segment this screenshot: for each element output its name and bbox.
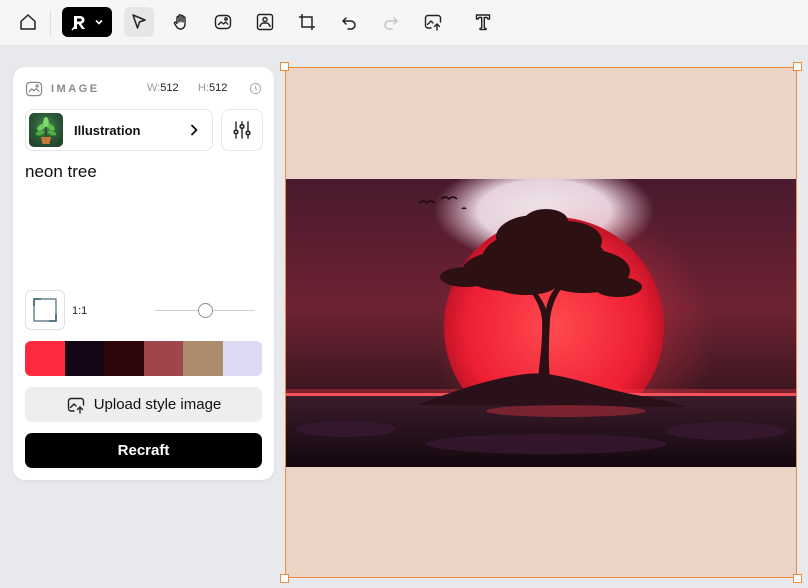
image-icon	[214, 14, 232, 30]
canvas-frame[interactable]	[280, 62, 802, 583]
top-toolbar	[0, 0, 808, 46]
width-readout[interactable]: W:512	[147, 82, 179, 94]
redo-button[interactable]	[376, 7, 406, 37]
plant-icon	[35, 117, 57, 144]
resize-handle-top-right[interactable]	[793, 62, 802, 71]
chevron-right-icon	[191, 124, 198, 136]
crop-tool-button[interactable]	[292, 7, 322, 37]
recraft-logo-icon	[71, 16, 85, 31]
height-readout[interactable]: H:512	[198, 82, 227, 94]
style-selector[interactable]: Illustration	[25, 109, 213, 151]
color-swatch[interactable]	[25, 341, 65, 376]
undo-button[interactable]	[334, 7, 364, 37]
aspect-ratio-button[interactable]	[25, 290, 65, 330]
image-icon	[25, 81, 43, 97]
color-swatch[interactable]	[143, 341, 183, 376]
panel-title: IMAGE	[51, 83, 100, 95]
color-swatch[interactable]	[183, 341, 223, 376]
style-name: Illustration	[74, 122, 141, 138]
panel-header: IMAGE W:512 H:512	[25, 81, 262, 97]
size-slider[interactable]	[155, 303, 255, 318]
style-settings-button[interactable]	[221, 109, 263, 151]
frame-tool-button[interactable]	[250, 7, 280, 37]
pointer-icon	[132, 14, 146, 29]
image-properties-panel: IMAGE W:512 H:512 Illustration neon tree…	[13, 67, 274, 480]
home-icon	[20, 14, 36, 30]
resize-handle-bottom-left[interactable]	[280, 574, 289, 583]
home-button[interactable]	[13, 7, 43, 37]
color-swatch[interactable]	[64, 341, 104, 376]
chevron-down-icon	[95, 19, 103, 25]
resize-handle-top-left[interactable]	[280, 62, 289, 71]
hand-icon	[173, 14, 186, 30]
undo-icon	[342, 17, 356, 30]
aspect-ratio-icon	[33, 298, 57, 322]
image-upload-icon	[67, 397, 84, 414]
prompt-input[interactable]: neon tree	[25, 162, 97, 182]
color-palette	[25, 341, 262, 376]
history-clock-icon[interactable]	[249, 82, 262, 95]
upload-style-image-button[interactable]: Upload style image	[25, 387, 262, 422]
select-tool-button[interactable]	[124, 7, 154, 37]
frame-icon	[256, 13, 274, 31]
image-tool-button[interactable]	[208, 7, 238, 37]
style-thumbnail	[29, 113, 63, 147]
crop-icon	[299, 14, 315, 30]
text-tool-button[interactable]	[468, 7, 498, 37]
toolbar-divider	[50, 10, 51, 36]
color-swatch[interactable]	[222, 341, 262, 376]
color-swatch[interactable]	[104, 341, 144, 376]
brand-menu-button[interactable]	[62, 7, 112, 37]
text-icon	[475, 14, 491, 31]
generated-image[interactable]	[286, 179, 796, 467]
aspect-ratio-label: 1:1	[72, 305, 88, 317]
resize-handle-bottom-right[interactable]	[793, 574, 802, 583]
upload-style-image-label: Upload style image	[93, 396, 222, 413]
image-upload-icon	[424, 14, 442, 31]
neon-tree-artwork	[286, 179, 796, 467]
redo-icon	[384, 17, 398, 30]
slider-thumb[interactable]	[197, 303, 213, 318]
upload-image-button[interactable]	[418, 7, 448, 37]
sliders-icon	[233, 121, 251, 139]
hand-tool-button[interactable]	[166, 7, 196, 37]
recraft-button[interactable]: Recraft	[25, 433, 262, 468]
